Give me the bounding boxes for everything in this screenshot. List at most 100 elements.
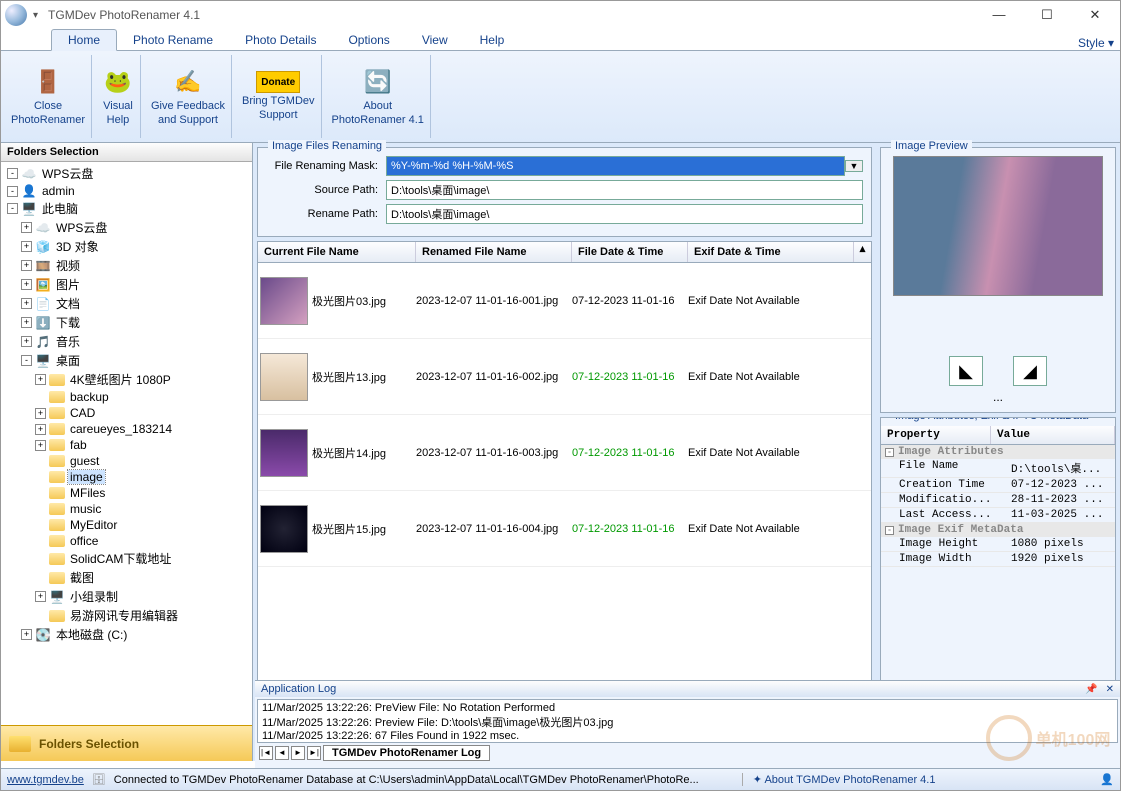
- qat-dropdown-icon[interactable]: ▾: [33, 10, 38, 21]
- col-current[interactable]: Current File Name: [258, 242, 416, 262]
- rename-input[interactable]: [386, 204, 863, 224]
- tree-item[interactable]: +☁️WPS云盘: [3, 218, 250, 237]
- tree-item[interactable]: SolidCAM下载地址: [3, 549, 250, 568]
- folder-tree[interactable]: -☁️WPS云盘-👤admin-🖥️此电脑+☁️WPS云盘+🧊3D 对象+🎞️视…: [1, 162, 252, 725]
- tab-help[interactable]: Help: [464, 30, 521, 50]
- frog-icon: 🐸: [102, 66, 134, 98]
- mus-icon: 🎵: [35, 335, 51, 349]
- app-log-body[interactable]: 11/Mar/2025 13:22:26: PreView File: No R…: [257, 699, 1118, 743]
- tree-item[interactable]: guest: [3, 453, 250, 469]
- table-row[interactable]: 极光图片15.jpg 2023-12-07 11-01-16-004.jpg 0…: [258, 491, 871, 567]
- tree-item[interactable]: MFiles: [3, 485, 250, 501]
- pc-icon: 🖥️: [21, 202, 37, 216]
- tree-item[interactable]: +careueyes_183214: [3, 421, 250, 437]
- grid-header[interactable]: Current File Name Renamed File Name File…: [258, 242, 871, 263]
- tree-item[interactable]: +⬇️下载: [3, 313, 250, 332]
- file-grid: Current File Name Renamed File Name File…: [257, 241, 872, 736]
- meta-row[interactable]: Image Width1920 pixels: [881, 552, 1115, 567]
- meta-col-property[interactable]: Property: [881, 426, 991, 444]
- thumbnail: [260, 353, 308, 401]
- folders-panel: Folders Selection -☁️WPS云盘-👤admin-🖥️此电脑+…: [1, 143, 253, 761]
- tree-item[interactable]: +💽本地磁盘 (C:): [3, 625, 250, 644]
- app-log-header: Application Log 📌 ✕: [255, 681, 1120, 697]
- pin-icon[interactable]: 📌: [1085, 684, 1097, 695]
- meta-category[interactable]: -Image Attributes: [881, 445, 1115, 459]
- about-button[interactable]: 🔄 AboutPhotoRenamer 4.1: [326, 55, 431, 138]
- col-filedate[interactable]: File Date & Time: [572, 242, 688, 262]
- tree-item[interactable]: -🖥️此电脑: [3, 199, 250, 218]
- tree-item[interactable]: -👤admin: [3, 183, 250, 199]
- folder-icon: [49, 373, 65, 387]
- folder-icon: [49, 609, 65, 623]
- tree-item[interactable]: +CAD: [3, 405, 250, 421]
- tree-item[interactable]: +🧊3D 对象: [3, 237, 250, 256]
- meta-row[interactable]: Modificatio...28-11-2023 ...: [881, 493, 1115, 508]
- style-dropdown[interactable]: Style ▾: [1078, 36, 1114, 50]
- tab-options[interactable]: Options: [332, 30, 405, 50]
- close-photorenamer-button[interactable]: 🚪 ClosePhotoRenamer: [5, 55, 92, 138]
- log-close-icon[interactable]: ✕: [1106, 684, 1114, 695]
- tab-photo-details[interactable]: Photo Details: [229, 30, 332, 50]
- tree-item[interactable]: -☁️WPS云盘: [3, 164, 250, 183]
- folder-icon: [49, 571, 65, 585]
- website-link[interactable]: www.tgmdev.be: [7, 774, 84, 786]
- close-button[interactable]: ✕: [1080, 7, 1110, 23]
- visual-help-button[interactable]: 🐸 VisualHelp: [96, 55, 141, 138]
- tree-item[interactable]: office: [3, 533, 250, 549]
- scroll-up-icon[interactable]: ▴: [854, 242, 871, 262]
- mask-dropdown-icon[interactable]: ▼: [845, 160, 863, 172]
- log-last-icon[interactable]: ►|: [307, 746, 321, 760]
- meta-row[interactable]: Image Height1080 pixels: [881, 537, 1115, 552]
- grid-body[interactable]: 极光图片03.jpg 2023-12-07 11-01-16-001.jpg 0…: [258, 263, 871, 718]
- about-status[interactable]: ✦ About TGMDev PhotoRenamer 4.1: [742, 773, 936, 786]
- tree-item[interactable]: MyEditor: [3, 517, 250, 533]
- folder-icon: [49, 518, 65, 532]
- donate-button[interactable]: Donate Bring TGMDevSupport: [236, 55, 322, 138]
- feedback-button[interactable]: ✍️ Give Feedbackand Support: [145, 55, 232, 138]
- source-input[interactable]: [386, 180, 863, 200]
- rotate-right-button[interactable]: ◢: [1013, 356, 1047, 386]
- meta-category[interactable]: -Image Exif MetaData: [881, 523, 1115, 537]
- meta-row[interactable]: Last Access...11-03-2025 ...: [881, 508, 1115, 523]
- col-renamed[interactable]: Renamed File Name: [416, 242, 572, 262]
- maximize-button[interactable]: ☐: [1032, 7, 1062, 23]
- tree-item[interactable]: +🎵音乐: [3, 332, 250, 351]
- app-orb-icon[interactable]: [5, 4, 27, 26]
- mask-input[interactable]: [386, 156, 845, 176]
- window-title: TGMDev PhotoRenamer 4.1: [48, 8, 200, 22]
- tree-item[interactable]: -🖥️桌面: [3, 351, 250, 370]
- tree-item[interactable]: +🎞️视频: [3, 256, 250, 275]
- cloud-icon: ☁️: [21, 167, 37, 181]
- meta-row[interactable]: Creation Time07-12-2023 ...: [881, 478, 1115, 493]
- preview-more[interactable]: ...: [993, 390, 1003, 404]
- table-row[interactable]: 极光图片13.jpg 2023-12-07 11-01-16-002.jpg 0…: [258, 339, 871, 415]
- meta-body[interactable]: -Image AttributesFile NameD:\tools\桌...C…: [881, 445, 1115, 567]
- meta-col-value[interactable]: Value: [991, 426, 1115, 444]
- cube-icon: 🧊: [35, 240, 51, 254]
- table-row[interactable]: 极光图片03.jpg 2023-12-07 11-01-16-001.jpg 0…: [258, 263, 871, 339]
- dl-icon: ⬇️: [35, 316, 51, 330]
- log-next-icon[interactable]: ►: [291, 746, 305, 760]
- tree-item[interactable]: music: [3, 501, 250, 517]
- col-exifdate[interactable]: Exif Date & Time: [688, 242, 854, 262]
- tab-view[interactable]: View: [406, 30, 464, 50]
- tree-item[interactable]: 截图: [3, 568, 250, 587]
- table-row[interactable]: 极光图片14.jpg 2023-12-07 11-01-16-003.jpg 0…: [258, 415, 871, 491]
- tree-item[interactable]: backup: [3, 389, 250, 405]
- log-prev-icon[interactable]: ◄: [275, 746, 289, 760]
- meta-row[interactable]: File NameD:\tools\桌...: [881, 459, 1115, 478]
- tab-home[interactable]: Home: [51, 29, 117, 51]
- rotate-left-button[interactable]: ◣: [949, 356, 983, 386]
- log-tab[interactable]: TGMDev PhotoRenamer Log: [323, 745, 490, 761]
- tree-item[interactable]: +🖥️小组录制: [3, 587, 250, 606]
- tree-item[interactable]: +🖼️图片: [3, 275, 250, 294]
- log-first-icon[interactable]: |◄: [259, 746, 273, 760]
- tab-photo-rename[interactable]: Photo Rename: [117, 30, 229, 50]
- tree-item[interactable]: +4K壁纸图片 1080P: [3, 370, 250, 389]
- folders-footer-button[interactable]: Folders Selection: [1, 725, 252, 761]
- minimize-button[interactable]: —: [984, 7, 1014, 23]
- tree-item[interactable]: +📄文档: [3, 294, 250, 313]
- tree-item[interactable]: image: [3, 469, 250, 485]
- tree-item[interactable]: +fab: [3, 437, 250, 453]
- tree-item[interactable]: 易游网讯专用编辑器: [3, 606, 250, 625]
